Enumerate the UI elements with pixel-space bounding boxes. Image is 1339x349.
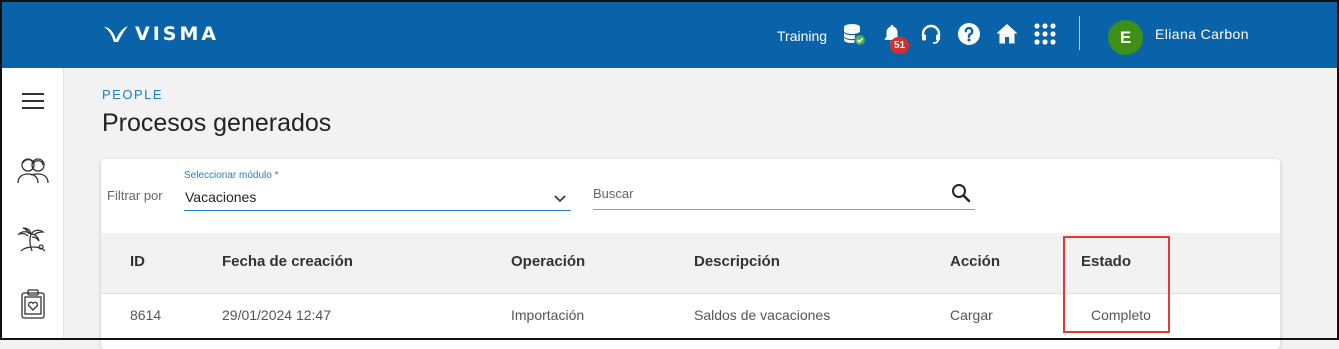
filter-label: Filtrar por <box>107 188 163 203</box>
cell-accion: Cargar <box>950 307 993 323</box>
module-select-value: Vacaciones <box>185 189 257 205</box>
vacation-icon[interactable] <box>17 222 49 254</box>
health-clipboard-icon[interactable] <box>17 288 49 320</box>
logo-text: VISMA <box>135 23 220 45</box>
module-select[interactable]: Vacaciones <box>184 185 571 211</box>
environment-label: Training <box>777 28 828 44</box>
column-header-id[interactable]: ID <box>130 253 145 270</box>
search-icon[interactable] <box>951 183 971 203</box>
visma-logo[interactable]: VISMA <box>103 23 219 45</box>
top-bar: VISMA Training 51 E Eliana Carbon <box>0 0 1339 68</box>
side-navigation <box>2 68 64 340</box>
user-name[interactable]: Eliana Carbon <box>1155 26 1249 42</box>
column-header-descripcion[interactable]: Descripción <box>694 253 780 270</box>
database-check-icon[interactable] <box>842 22 866 46</box>
estado-highlight-box <box>1063 236 1170 333</box>
visma-logo-mark-icon <box>104 26 128 42</box>
column-header-operacion[interactable]: Operación <box>511 253 585 270</box>
home-icon[interactable] <box>995 22 1019 46</box>
cell-operacion: Importación <box>511 307 585 323</box>
notification-badge: 51 <box>890 37 909 54</box>
search-input[interactable] <box>593 183 933 203</box>
menu-icon[interactable] <box>17 85 49 117</box>
page-title: Procesos generados <box>102 109 332 137</box>
apps-grid-icon[interactable] <box>1033 22 1057 46</box>
cell-descripcion: Saldos de vacaciones <box>694 307 831 323</box>
column-header-fecha[interactable]: Fecha de creación <box>222 253 353 270</box>
people-icon[interactable] <box>17 154 49 186</box>
column-header-accion[interactable]: Acción <box>950 253 1000 270</box>
help-icon[interactable] <box>957 22 981 46</box>
chevron-down-icon <box>554 195 566 203</box>
module-select-label: Seleccionar módulo * <box>184 170 279 181</box>
search-field[interactable] <box>593 179 975 210</box>
header-divider <box>1079 16 1080 50</box>
cell-fecha: 29/01/2024 12:47 <box>222 307 331 323</box>
breadcrumb[interactable]: PEOPLE <box>102 87 163 102</box>
user-avatar[interactable]: E <box>1108 20 1143 55</box>
headset-icon[interactable] <box>919 22 943 46</box>
cell-id: 8614 <box>130 307 162 323</box>
